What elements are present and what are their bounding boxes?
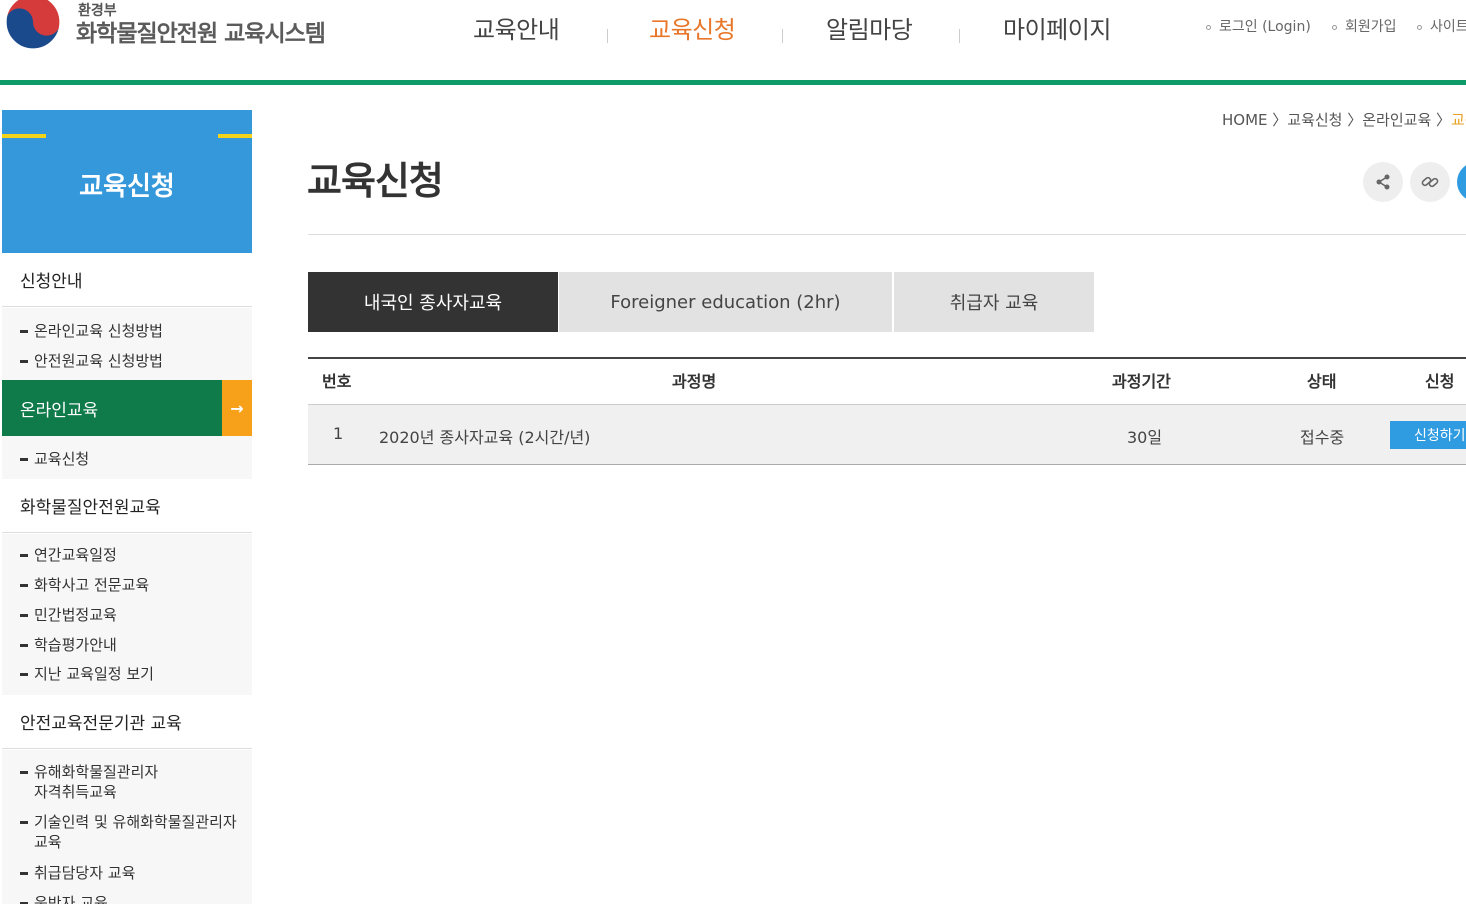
tab-domestic-workers[interactable]: 내국인 종사자교육	[308, 272, 558, 332]
row-period: 30일	[1127, 428, 1163, 447]
sidebar-item-transporter-training[interactable]: 운반자 교육	[20, 893, 108, 904]
sidebar-category-online-education[interactable]: 온라인교육 →	[2, 380, 252, 436]
sidebar-title: 교육신청	[79, 172, 175, 202]
sidebar-submenu: 연간교육일정 화학사고 전문교육 민간법정교육 학습평가안내 지난 교육일정 보…	[2, 534, 252, 695]
share-icon	[1376, 174, 1390, 190]
sidebar-item-handler-training[interactable]: 취급담당자 교육	[20, 863, 135, 883]
sidebar-item-past-schedule[interactable]: 지난 교육일정 보기	[20, 664, 154, 684]
dash-icon	[20, 458, 28, 461]
link-icon	[1421, 176, 1439, 188]
sidebar-item-center-method[interactable]: 안전원교육 신청방법	[20, 351, 163, 371]
dash-icon	[20, 771, 28, 774]
row-course-name: 2020년 종사자교육 (2시간/년)	[379, 428, 591, 447]
nav-separator	[959, 29, 960, 43]
table-header-course: 과정명	[672, 372, 717, 391]
nav-notice[interactable]: 알림마당	[826, 10, 913, 45]
dash-icon	[20, 360, 28, 363]
copy-link-button[interactable]	[1410, 162, 1450, 202]
sidebar-item-private-legal[interactable]: 민간법정교육	[20, 605, 117, 625]
bullet-icon	[1332, 24, 1337, 30]
government-logo[interactable]	[0, 0, 66, 52]
sidebar-header: 교육신청	[2, 110, 252, 253]
arrow-right-icon: →	[222, 380, 252, 436]
sitemap-link[interactable]: 사이트	[1417, 16, 1466, 36]
dash-icon	[20, 614, 28, 617]
dash-icon	[20, 330, 28, 333]
dash-icon	[20, 644, 28, 647]
sidebar-item-accident-training[interactable]: 화학사고 전문교육	[20, 575, 149, 595]
bullet-icon	[1417, 24, 1422, 30]
sidebar-item-annual-schedule[interactable]: 연간교육일정	[20, 545, 117, 565]
sidebar-item-online-method[interactable]: 온라인교육 신청방법	[20, 321, 163, 341]
tab-foreigner-education[interactable]: Foreigner education (2hr)	[559, 272, 892, 332]
sidebar-submenu: 유해화학물질관리자 자격취득교육 기술인력 및 유해화학물질관리자 교육 취급담당자…	[2, 750, 252, 904]
header-divider	[0, 80, 1466, 85]
print-button[interactable]	[1457, 162, 1466, 202]
title-divider	[308, 234, 1466, 235]
row-status: 접수중	[1300, 428, 1345, 447]
share-button[interactable]	[1363, 162, 1403, 202]
table-header-number: 번호	[322, 372, 352, 391]
table-header-apply: 신청	[1425, 372, 1455, 391]
bullet-icon	[1206, 24, 1211, 30]
dash-icon	[20, 554, 28, 557]
decor-bar	[2, 134, 46, 138]
sidebar-item-evaluation-guide[interactable]: 학습평가안내	[20, 635, 117, 655]
system-title[interactable]: 화학물질안전원 교육시스템	[76, 14, 326, 48]
nav-separator	[782, 29, 783, 43]
header: 환경부 화학물질안전원 교육시스템 교육안내 교육신청 알림마당 마이페이지 로…	[0, 0, 1466, 80]
sidebar-item-tech-personnel[interactable]: 기술인력 및 유해화학물질관리자 교육	[20, 812, 237, 852]
row-number: 1	[333, 424, 344, 443]
login-link[interactable]: 로그인 (Login)	[1206, 16, 1311, 36]
dash-icon	[20, 821, 28, 824]
sidebar-category-institution-education[interactable]: 안전교육전문기관 교육	[2, 695, 252, 749]
breadcrumb: HOME 〉교육신청 〉온라인교육 〉교육	[1222, 111, 1466, 129]
sidebar-category-center-education[interactable]: 화학물질안전원교육	[2, 479, 252, 533]
dash-icon	[20, 872, 28, 875]
sidebar-item-manager-qualification[interactable]: 유해화학물질관리자 자격취득교육	[20, 762, 158, 802]
tab-handler-education[interactable]: 취급자 교육	[894, 272, 1094, 332]
nav-mypage[interactable]: 마이페이지	[1003, 10, 1111, 45]
decor-bar	[218, 134, 252, 138]
dash-icon	[20, 584, 28, 587]
apply-button[interactable]: 신청하기	[1390, 421, 1466, 449]
table-top-border	[308, 357, 1466, 359]
page-title: 교육신청	[307, 159, 444, 203]
table-header-period: 과정기간	[1112, 372, 1171, 391]
nav-education-info[interactable]: 교육안내	[473, 10, 560, 45]
sidebar-item-education-apply[interactable]: 교육신청	[20, 449, 89, 469]
sidebar-category-application-guide[interactable]: 신청안내	[2, 253, 252, 307]
sidebar-submenu: 교육신청	[2, 436, 252, 479]
table-header-status: 상태	[1307, 372, 1337, 391]
dash-icon	[20, 673, 28, 676]
signup-link[interactable]: 회원가입	[1332, 16, 1397, 36]
nav-education-apply[interactable]: 교육신청	[649, 10, 736, 45]
sidebar-submenu: 온라인교육 신청방법 안전원교육 신청방법	[2, 308, 252, 380]
nav-separator	[607, 29, 608, 43]
